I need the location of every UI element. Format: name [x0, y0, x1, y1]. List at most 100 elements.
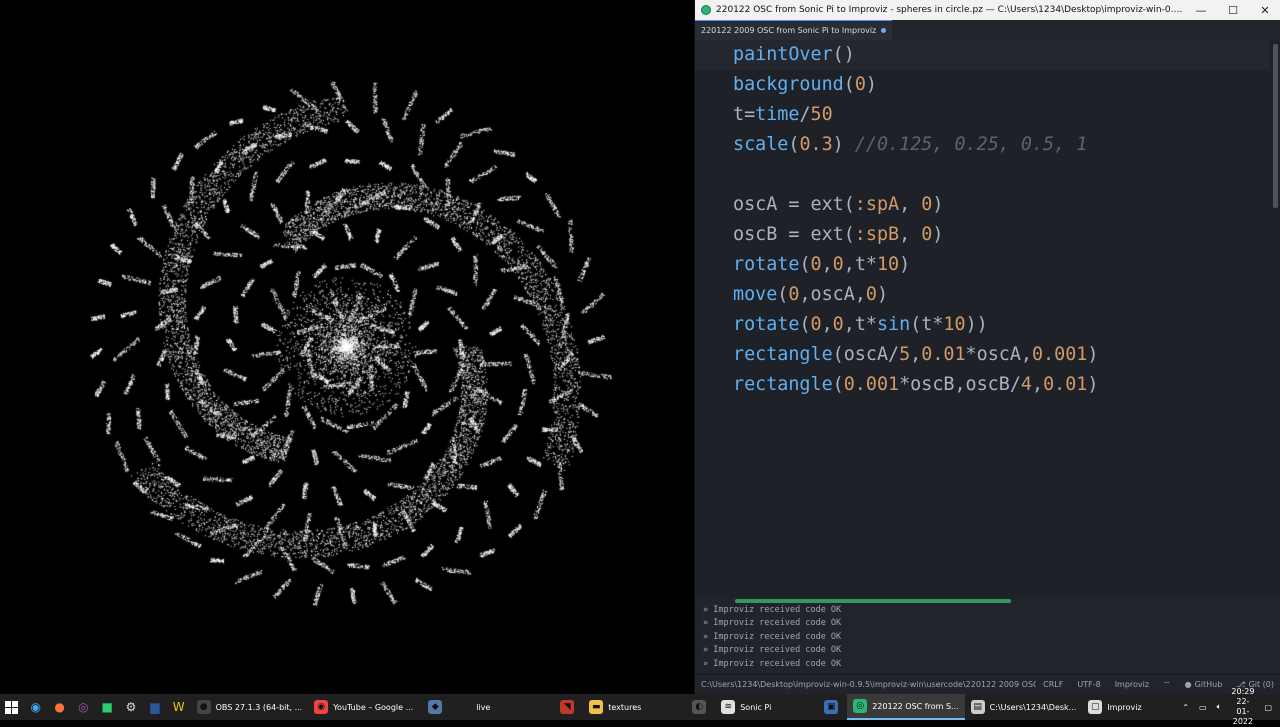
taskbar-apps: ● OBS 27.1.3 (64-bit, ... ◉ YouTube – Googl… [191, 694, 1183, 720]
code-token: ) [932, 194, 944, 215]
code-token: 4 [1020, 374, 1032, 395]
console-panel: » Improviz received code OK » Improviz re… [695, 604, 1280, 672]
code-token: 0.001 [843, 374, 900, 395]
code-area[interactable]: paintOver() background(0) t=time/50 scale(0… [695, 40, 1280, 598]
code-line[interactable]: oscB = ext(:spB, 0) [733, 220, 943, 250]
word-icon[interactable]: ▆ [143, 694, 167, 720]
minimize-button[interactable]: — [1185, 4, 1217, 17]
broadcast-icon[interactable]: ⌔ [1156, 680, 1178, 690]
code-token: ) [865, 74, 877, 95]
taskbar-app[interactable]: ▣ [815, 694, 847, 720]
code-token: ,oscA, [799, 284, 866, 305]
code-token: 0 [921, 194, 933, 215]
clock[interactable]: 20:29 22-01-2022 [1231, 687, 1254, 727]
code-line[interactable]: scale(0.3) //0.125, 0.25, 0.5, 1 [733, 130, 1087, 160]
code-editor-window: 220122 OSC from Sonic Pi to Improviz - s… [694, 0, 1280, 694]
atom-icon: ◎ [853, 699, 868, 713]
taskbar: ◉ ● ◎ ■ ⚙ ▆ W ● OBS 27.1.3 (64-bit, ... ◉ Y… [0, 687, 1280, 726]
code-token: 10 [876, 254, 900, 275]
volume-icon[interactable]: 🔈︎ [1217, 702, 1222, 712]
edge-icon[interactable]: ◉ [24, 694, 48, 720]
live-icon [457, 700, 472, 714]
red-app-icon: ◥ [560, 700, 575, 714]
close-button[interactable]: ✕ [1249, 4, 1280, 17]
taskbar-app[interactable]: ◎ 220122 OSC from S... [847, 694, 965, 720]
taskbar-app[interactable]: ▤ C:\Users\1234\Desk... [965, 694, 1083, 720]
taskbar-app[interactable]: ◐ [683, 694, 715, 720]
code-token: 0 [921, 224, 933, 245]
taskbar-app[interactable]: ◉ YouTube – Google ... [308, 694, 419, 720]
code-token: 0.3 [799, 134, 833, 155]
maximize-button[interactable]: ☐ [1217, 4, 1249, 17]
chevron-up-icon[interactable]: ⌃ [1182, 703, 1189, 712]
code-token: t [733, 104, 745, 125]
code-token: background [733, 74, 844, 95]
taskbar-app[interactable]: ◆ [419, 694, 451, 720]
obs-icon: ● [196, 700, 211, 714]
code-token: (oscA/ [832, 344, 900, 365]
code-token: oscB = ext( [733, 224, 855, 245]
taskbar-app[interactable]: ▢ Improviz [1082, 694, 1182, 720]
code-token: *oscB,oscB/ [899, 374, 1021, 395]
code-line[interactable]: oscA = ext(:spA, 0) [733, 190, 943, 220]
taskbar-app[interactable]: ≋ Sonic Pi [715, 694, 815, 720]
modified-dot-icon [881, 28, 887, 33]
code-token: rectangle [733, 374, 833, 395]
editor-tab[interactable]: 220122 2009 OSC from Sonic Pi to Improvi… [695, 20, 893, 40]
code-token: ) [832, 134, 855, 155]
code-token: ,t* [843, 254, 877, 275]
code-line[interactable]: rotate(0,0,t*10) [733, 250, 910, 280]
code-line[interactable]: t=time/50 [733, 100, 833, 130]
code-line[interactable]: rotate(0,0,t*sin(t*10)) [733, 310, 988, 340]
app-icon: ◆ [428, 700, 443, 714]
code-token: , [1031, 374, 1044, 395]
monitor-app-icon: ▣ [824, 700, 839, 714]
tab-bar: 220122 2009 OSC from Sonic Pi to Improvi… [695, 20, 1280, 40]
purple-app-icon[interactable]: ◎ [71, 694, 95, 720]
file-path[interactable]: C:\Users\1234\Desktop\improviz-win-0.9.5… [695, 680, 1036, 689]
encoding[interactable]: UTF-8 [1070, 680, 1107, 689]
code-token: ) [1087, 344, 1099, 365]
code-token: rotate [733, 254, 800, 275]
code-token: , [821, 314, 833, 335]
code-line[interactable]: rectangle(oscA/5,0.01*oscA,0.001) [733, 340, 1098, 370]
taskbar-app[interactable]: ● OBS 27.1.3 (64-bit, ... [191, 694, 309, 720]
atom-icon [701, 5, 711, 15]
wow-icon[interactable]: W [167, 694, 191, 720]
code-token: 10 [943, 314, 966, 335]
code-token: 0.001 [1031, 344, 1088, 365]
network-icon[interactable]: ▭ [1199, 703, 1207, 712]
console-icon: ▤ [970, 700, 985, 714]
code-token: )) [965, 314, 988, 335]
horizontal-scrollbar[interactable] [735, 599, 1011, 603]
code-token: ) [1087, 374, 1099, 395]
code-line[interactable]: background(0) [733, 70, 877, 100]
start-button[interactable] [0, 694, 24, 720]
taskbar-app-label: live [476, 702, 491, 712]
code-line[interactable]: move(0,oscA,0) [733, 280, 888, 310]
firefox-icon[interactable]: ● [48, 694, 72, 720]
taskbar-app-label: YouTube – Google ... [333, 702, 414, 712]
code-token: rectangle [733, 344, 833, 365]
green-app-icon[interactable]: ■ [95, 694, 119, 720]
code-token: rotate [733, 314, 800, 335]
console-log-line: » Improviz received code OK [703, 658, 842, 669]
code-token: oscA = ext( [733, 194, 855, 215]
grammar[interactable]: Improviz [1108, 680, 1156, 689]
line-ending[interactable]: CRLF [1036, 680, 1070, 689]
window-title: 220122 OSC from Sonic Pi to Improviz - s… [716, 5, 1185, 15]
notifications-icon[interactable]: ▢ [1264, 703, 1272, 712]
code-line[interactable]: paintOver() [695, 40, 1269, 70]
taskbar-app[interactable]: ◥ [551, 694, 583, 720]
sonic-pi-icon: ≋ [721, 700, 736, 714]
taskbar-app[interactable]: ▬ textures [583, 694, 683, 720]
taskbar-app[interactable]: live [451, 694, 551, 720]
vertical-scrollbar[interactable] [1273, 44, 1278, 208]
code-token: ,t* [843, 314, 877, 335]
code-token: 0 [865, 284, 877, 305]
code-line[interactable]: rectangle(0.001*oscB,oscB/4,0.01) [733, 370, 1098, 400]
window-titlebar: 220122 OSC from Sonic Pi to Improviz - s… [695, 0, 1280, 20]
code-token: scale [733, 134, 789, 155]
code-token: 0 [854, 74, 866, 95]
settings-app-icon[interactable]: ⚙ [119, 694, 143, 720]
